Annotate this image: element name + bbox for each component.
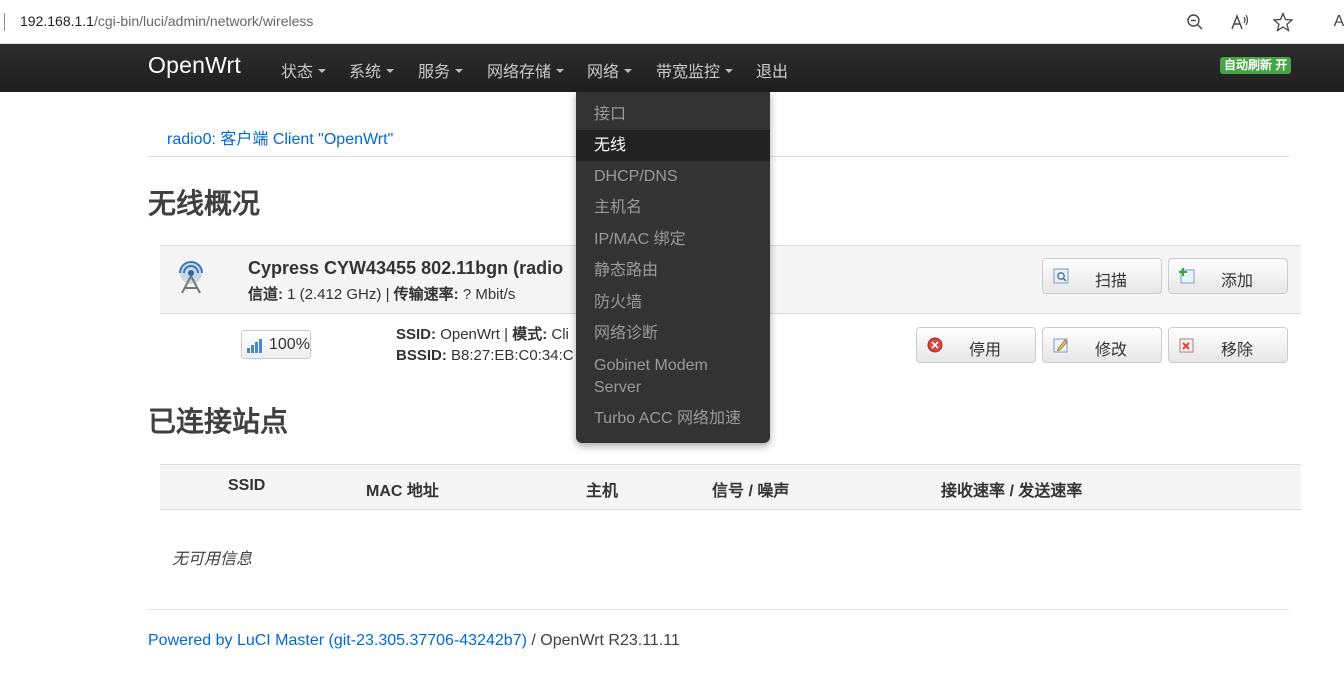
dropdown-item-wireless[interactable]: 无线 [576, 130, 770, 161]
dropdown-item-static-routes[interactable]: 静态路由 [576, 260, 770, 282]
separator: | [504, 326, 509, 343]
menu-system-label: 系统 [349, 64, 382, 81]
rate-label: 传输速率: [393, 286, 459, 303]
chevron-down-icon [725, 68, 734, 73]
ssid-label: SSID: [396, 326, 437, 343]
remove-button[interactable]: 移除 [1168, 327, 1288, 363]
network-dropdown-menu: 接口 无线 DHCP/DNS 主机名 IP/MAC 绑定 静态路由 防火墙 网络… [576, 92, 770, 443]
signal-percent: 100% [269, 336, 310, 353]
disable-button-label: 停用 [968, 342, 1001, 359]
column-host: 主机 [586, 483, 619, 500]
bssid-label: BSSID: [396, 347, 447, 364]
channel-label: 信道: [248, 286, 283, 303]
menu-services-label: 服务 [418, 64, 451, 81]
no-info-message: 无可用信息 [172, 551, 253, 568]
address-bar-edge [4, 13, 5, 31]
chevron-down-icon [455, 68, 464, 73]
ssid-value: OpenWrt [440, 326, 500, 343]
menu-status[interactable]: 状态 [281, 58, 327, 82]
add-button[interactable]: 添加 [1168, 258, 1288, 294]
add-button-label: 添加 [1220, 273, 1253, 290]
channel-value: 1 (2.412 GHz) [287, 286, 382, 303]
menu-network[interactable]: 网络 [587, 58, 633, 82]
footer: Powered by LuCI Master (git-23.305.37706… [148, 632, 680, 650]
bssid-value: B8:27:EB:C0:34:C [451, 347, 574, 364]
url-field[interactable]: 192.168.1.1/cgi-bin/luci/admin/network/w… [20, 13, 313, 29]
signal-bars-icon [247, 337, 265, 358]
signal-strength-badge: 100% [241, 330, 311, 359]
dropdown-item-hostnames[interactable]: 主机名 [576, 197, 770, 219]
auto-refresh-badge[interactable]: 自动刷新 开 [1220, 57, 1292, 74]
url-path: /cgi-bin/luci/admin/network/wireless [93, 13, 314, 29]
radio-device-info: 信道: 1 (2.412 GHz) | 传输速率: ? Mbit/s [248, 283, 515, 304]
disable-button[interactable]: 停用 [916, 327, 1036, 363]
menu-services[interactable]: 服务 [418, 58, 464, 82]
menu-status-label: 状态 [281, 64, 314, 81]
menu-logout[interactable]: 退出 [756, 58, 788, 82]
chevron-down-icon [556, 68, 565, 73]
mode-value: Cli [551, 326, 569, 343]
chevron-down-icon [624, 68, 633, 73]
column-signal-noise: 信号 / 噪声 [712, 483, 790, 500]
scan-button-label: 扫描 [1094, 273, 1127, 290]
menu-network-label: 网络 [587, 64, 620, 81]
remove-button-label: 移除 [1220, 342, 1253, 359]
rate-value: ? Mbit/s [462, 286, 516, 303]
read-aloud-icon[interactable] [1229, 11, 1251, 33]
favorite-star-icon[interactable] [1272, 11, 1294, 33]
browser-address-bar: 192.168.1.1/cgi-bin/luci/admin/network/w… [0, 0, 1344, 44]
footer-divider [148, 609, 1289, 610]
zoom-out-icon[interactable] [1184, 11, 1206, 33]
admin-icon[interactable]: A [1328, 11, 1344, 33]
top-navbar: OpenWrt 状态 系统 服务 网络存储 网络 带宽监控 退出 自动刷新 开 [0, 44, 1344, 92]
edit-button-label: 修改 [1094, 342, 1127, 359]
scan-button[interactable]: 扫描 [1042, 258, 1162, 294]
mode-label: 模式: [512, 326, 548, 343]
column-rx-tx-rate: 接收速率 / 发送速率 [941, 483, 1083, 500]
wireless-overview-title: 无线概况 [148, 188, 261, 219]
chevron-down-icon [318, 68, 327, 73]
dropdown-item-gobinet-modem[interactable]: Gobinet Modem [576, 355, 770, 377]
edit-button[interactable]: 修改 [1042, 327, 1162, 363]
luci-link[interactable]: Powered by LuCI Master (git-23.305.37706… [148, 632, 527, 649]
ssid-mode-line: SSID: OpenWrt | 模式: Cli [396, 323, 569, 344]
dropdown-item-turbo-acc[interactable]: Turbo ACC 网络加速 [576, 408, 770, 430]
column-mac: MAC 地址 [366, 483, 439, 500]
menu-bandwidth-label: 带宽监控 [656, 64, 721, 81]
radio-device-name: Cypress CYW43455 802.11bgn (radio [248, 258, 564, 278]
dropdown-item-gobinet-server[interactable]: Server [576, 377, 770, 399]
wifi-radio-icon [172, 258, 210, 296]
connected-stations-title: 已连接站点 [148, 406, 289, 437]
separator: | [385, 286, 390, 303]
chevron-down-icon [386, 68, 395, 73]
menu-bandwidth[interactable]: 带宽监控 [656, 58, 734, 82]
dropdown-item-ip-mac-binding[interactable]: IP/MAC 绑定 [576, 229, 770, 251]
column-ssid: SSID [228, 477, 266, 494]
menu-nas-label: 网络存储 [487, 64, 552, 81]
menu-system[interactable]: 系统 [349, 58, 395, 82]
brand-logo[interactable]: OpenWrt [148, 52, 241, 79]
dropdown-item-dhcp-dns[interactable]: DHCP/DNS [576, 166, 770, 188]
dropdown-item-firewall[interactable]: 防火墙 [576, 292, 770, 314]
dropdown-item-diagnostics[interactable]: 网络诊断 [576, 323, 770, 345]
openwrt-version: / OpenWrt R23.11.11 [531, 632, 680, 649]
tab-radio0-client[interactable]: radio0: 客户端 Client "OpenWrt" [167, 125, 393, 149]
menu-nas[interactable]: 网络存储 [487, 58, 565, 82]
bssid-line: BSSID: B8:27:EB:C0:34:C [396, 347, 574, 364]
url-host: 192.168.1.1 [20, 13, 94, 29]
